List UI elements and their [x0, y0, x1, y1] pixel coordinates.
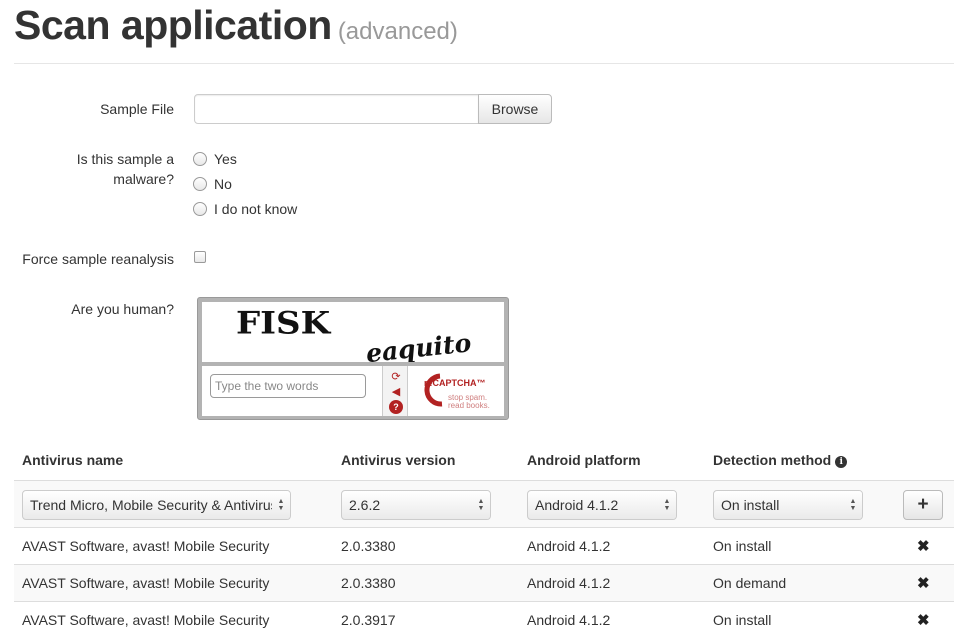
row-version: 2.0.3380	[341, 538, 396, 554]
row-platform: Android 4.1.2	[527, 612, 611, 628]
captcha-controls: Type the two words ⟳ ◀ ? reCAPTCHA™ stop…	[202, 366, 504, 416]
radio-unknown-label: I do not know	[214, 201, 298, 217]
radio-option-unknown[interactable]: I do not know	[193, 199, 297, 219]
help-icon[interactable]: ?	[389, 400, 403, 414]
add-entry-row: Trend Micro, Mobile Security & Antivirus…	[14, 480, 954, 527]
header-detection-method: Detection method i	[713, 452, 848, 468]
row-antivirus: AVAST Software, avast! Mobile Security	[22, 575, 270, 591]
captcha-button-column: ⟳ ◀ ?	[382, 366, 408, 416]
radio-no-label: No	[214, 176, 232, 192]
version-select[interactable]: 2.6.2 ▲ ▼	[341, 490, 491, 520]
browse-button[interactable]: Browse	[478, 94, 552, 124]
recaptcha-logo-text: reCAPTCHA™	[424, 378, 486, 388]
malware-question-line2: malware?	[113, 171, 174, 187]
header-android-platform: Android platform	[527, 452, 641, 468]
version-select-value: 2.6.2	[349, 497, 381, 513]
radio-option-no[interactable]: No	[193, 174, 232, 194]
radio-unknown[interactable]	[193, 202, 207, 216]
row-method: On install	[713, 612, 772, 628]
row-version: 2.0.3380	[341, 575, 396, 591]
row-method: On demand	[713, 575, 787, 591]
row-antivirus: AVAST Software, avast! Mobile Security	[22, 538, 270, 554]
antivirus-select-value: Trend Micro, Mobile Security & Antivirus	[30, 497, 278, 513]
add-entry-button[interactable]: +	[903, 490, 943, 520]
captcha-words: FISK eaquito	[236, 305, 473, 368]
recaptcha-logo-mark: reCAPTCHA™ stop spam. read books.	[424, 373, 490, 410]
select-arrows-icon: ▲ ▼	[472, 491, 490, 519]
recaptcha-tagline-2: read books.	[448, 401, 490, 410]
human-question-label: Are you human?	[71, 301, 174, 317]
method-select[interactable]: On install ▲ ▼	[713, 490, 863, 520]
sample-file-input[interactable]	[194, 94, 479, 124]
table-row: AVAST Software, avast! Mobile Security 2…	[14, 601, 954, 636]
sample-file-label: Sample File	[100, 101, 174, 117]
radio-yes[interactable]	[193, 152, 207, 166]
select-arrows-icon: ▲ ▼	[658, 491, 676, 519]
refresh-icon[interactable]: ⟳	[389, 370, 403, 384]
platform-select[interactable]: Android 4.1.2 ▲ ▼	[527, 490, 677, 520]
select-arrows-icon: ▲ ▼	[844, 491, 862, 519]
captcha-word-1: FISK	[236, 305, 332, 341]
page-header: Scan application (advanced)	[14, 0, 954, 64]
sample-file-picker: Browse	[194, 94, 552, 124]
method-select-value: On install	[721, 497, 780, 513]
page-title: Scan application (advanced)	[14, 2, 458, 49]
row-method: On install	[713, 538, 772, 554]
table-row: AVAST Software, avast! Mobile Security 2…	[14, 564, 954, 601]
remove-icon[interactable]: ✖	[917, 574, 930, 592]
captcha-image: FISK eaquito	[202, 302, 504, 368]
radio-option-yes[interactable]: Yes	[193, 149, 237, 169]
page-title-text: Scan application	[14, 2, 332, 48]
row-platform: Android 4.1.2	[527, 575, 611, 591]
radio-yes-label: Yes	[214, 151, 237, 167]
captcha-response-input[interactable]: Type the two words	[210, 374, 366, 398]
captcha-word-2: eaquito	[365, 328, 473, 362]
row-antivirus: AVAST Software, avast! Mobile Security	[22, 612, 270, 628]
header-detection-method-text: Detection method	[713, 452, 832, 468]
info-icon[interactable]: i	[835, 456, 848, 468]
remove-icon[interactable]: ✖	[917, 537, 930, 555]
platform-select-value: Android 4.1.2	[535, 497, 619, 513]
radio-no[interactable]	[193, 177, 207, 191]
remove-icon[interactable]: ✖	[917, 611, 930, 629]
row-version: 2.0.3917	[341, 612, 396, 628]
select-arrows-icon: ▲ ▼	[272, 491, 290, 519]
force-reanalysis-label: Force sample reanalysis	[22, 251, 174, 267]
page-subtitle: (advanced)	[337, 18, 458, 45]
row-platform: Android 4.1.2	[527, 538, 611, 554]
malware-question-line1: Is this sample a	[76, 151, 174, 167]
recaptcha-logo: reCAPTCHA™ stop spam. read books.	[414, 370, 506, 412]
header-antivirus-name: Antivirus name	[22, 452, 124, 468]
antivirus-select[interactable]: Trend Micro, Mobile Security & Antivirus…	[22, 490, 291, 520]
audio-icon[interactable]: ◀	[389, 385, 403, 399]
malware-question-label: Is this sample a malware?	[77, 149, 174, 189]
header-antivirus-version: Antivirus version	[341, 452, 456, 468]
force-reanalysis-checkbox[interactable]	[194, 251, 206, 263]
recaptcha-widget: FISK eaquito Type the two words ⟳ ◀ ? re…	[197, 297, 509, 420]
table-row: AVAST Software, avast! Mobile Security 2…	[14, 527, 954, 564]
